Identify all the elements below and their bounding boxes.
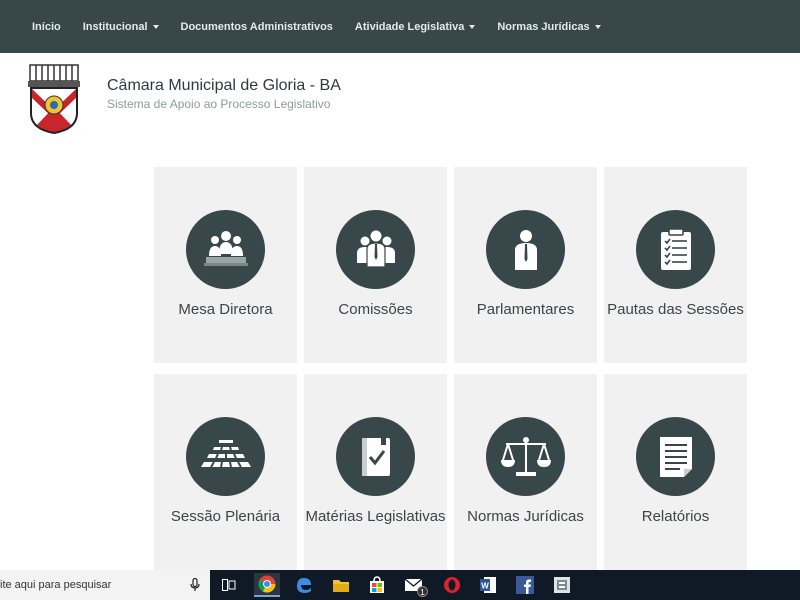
tile-label: Normas Jurídicas — [467, 508, 584, 525]
tile-icon-circle — [636, 417, 715, 496]
parliamentarian-icon — [514, 229, 537, 270]
file-explorer-icon[interactable] — [328, 573, 354, 597]
tile-label: Comissões — [338, 301, 413, 318]
edge-icon[interactable] — [291, 573, 317, 597]
municipal-crest-logo[interactable] — [27, 63, 81, 135]
page-subtitle: Sistema de Apoio ao Processo Legislativo — [107, 97, 331, 111]
tile-icon-circle — [336, 417, 415, 496]
task-view-icon[interactable] — [216, 573, 242, 597]
nav-item-institucional[interactable]: Institucional — [83, 21, 159, 33]
nav-item-label: Início — [32, 20, 61, 33]
mail-badge: 1 — [417, 586, 428, 597]
nav-item-atividade-legislativa[interactable]: Atividade Legislativa — [354, 20, 476, 33]
tile-mesa-diretora[interactable]: Mesa Diretora — [154, 167, 297, 363]
tile-comissoes[interactable]: Comissões — [304, 167, 447, 363]
tile-icon-circle — [186, 417, 265, 496]
tile-label: Parlamentares — [476, 301, 575, 318]
chrome-icon[interactable] — [254, 573, 280, 597]
tile-normas-juridicas[interactable]: Normas Jurídicas — [454, 374, 597, 574]
tile-label: Pautas das Sessões — [607, 301, 744, 318]
tile-icon-circle — [336, 210, 415, 289]
nav-item-inicio[interactable]: Início — [32, 21, 61, 33]
page-title: Câmara Municipal de Gloria - BA — [107, 77, 341, 94]
tile-label: Mesa Diretora — [178, 301, 273, 318]
plenary-icon — [200, 439, 251, 468]
facebook-icon[interactable] — [512, 573, 538, 597]
top-navbar: Início Institucional Documentos Administ… — [0, 0, 800, 53]
report-icon — [659, 436, 692, 477]
clipboard-checklist-icon — [660, 227, 691, 270]
store-icon[interactable] — [364, 573, 390, 597]
tile-icon-circle — [486, 417, 565, 496]
tile-icon-circle — [636, 210, 715, 289]
legislative-book-icon — [361, 436, 390, 476]
tile-icon-circle — [486, 210, 565, 289]
app-icon[interactable] — [549, 573, 575, 597]
caret-down-icon — [469, 25, 476, 29]
tile-sessao-plenaria[interactable]: Sessão Plenária — [154, 374, 297, 574]
mesa-diretora-icon — [203, 230, 248, 266]
scales-icon — [500, 436, 551, 476]
word-icon[interactable]: W — [475, 573, 501, 597]
tile-pautas-das-sessoes[interactable]: Pautas das Sessões — [604, 167, 747, 363]
tile-label: Sessão Plenária — [170, 508, 281, 525]
nav-item-normas-juridicas[interactable]: Normas Jurídicas — [497, 20, 601, 33]
tile-parlamentares[interactable]: Parlamentares — [454, 167, 597, 363]
tile-icon-circle — [186, 210, 265, 289]
windows-taskbar: ite aqui para pesquisar 1 W — [0, 570, 800, 600]
nav-item-label: Institucional — [82, 20, 148, 33]
nav-item-label: Normas Jurídicas — [497, 20, 590, 33]
microphone-icon[interactable] — [190, 578, 200, 592]
page-header: Câmara Municipal de Gloria - BA Sistema … — [0, 53, 800, 153]
nav-item-label: Documentos Administrativos — [180, 20, 333, 33]
mail-icon[interactable]: 1 — [402, 573, 428, 597]
commissions-icon — [356, 230, 395, 268]
tile-label: Relatórios — [641, 508, 710, 525]
nav-item-label: Atividade Legislativa — [354, 20, 465, 33]
taskbar-search-placeholder: ite aqui para pesquisar — [0, 579, 112, 591]
tile-materias-legislativas[interactable]: Matérias Legislativas — [304, 374, 447, 574]
caret-down-icon — [594, 25, 601, 29]
tile-relatorios[interactable]: Relatórios — [604, 374, 747, 574]
caret-down-icon — [152, 25, 159, 29]
svg-text:W: W — [481, 582, 489, 591]
opera-icon[interactable] — [439, 573, 465, 597]
taskbar-search-box[interactable]: ite aqui para pesquisar — [0, 570, 210, 600]
tile-label: Matérias Legislativas — [305, 508, 446, 525]
nav-item-documentos-administrativos[interactable]: Documentos Administrativos — [181, 21, 333, 33]
